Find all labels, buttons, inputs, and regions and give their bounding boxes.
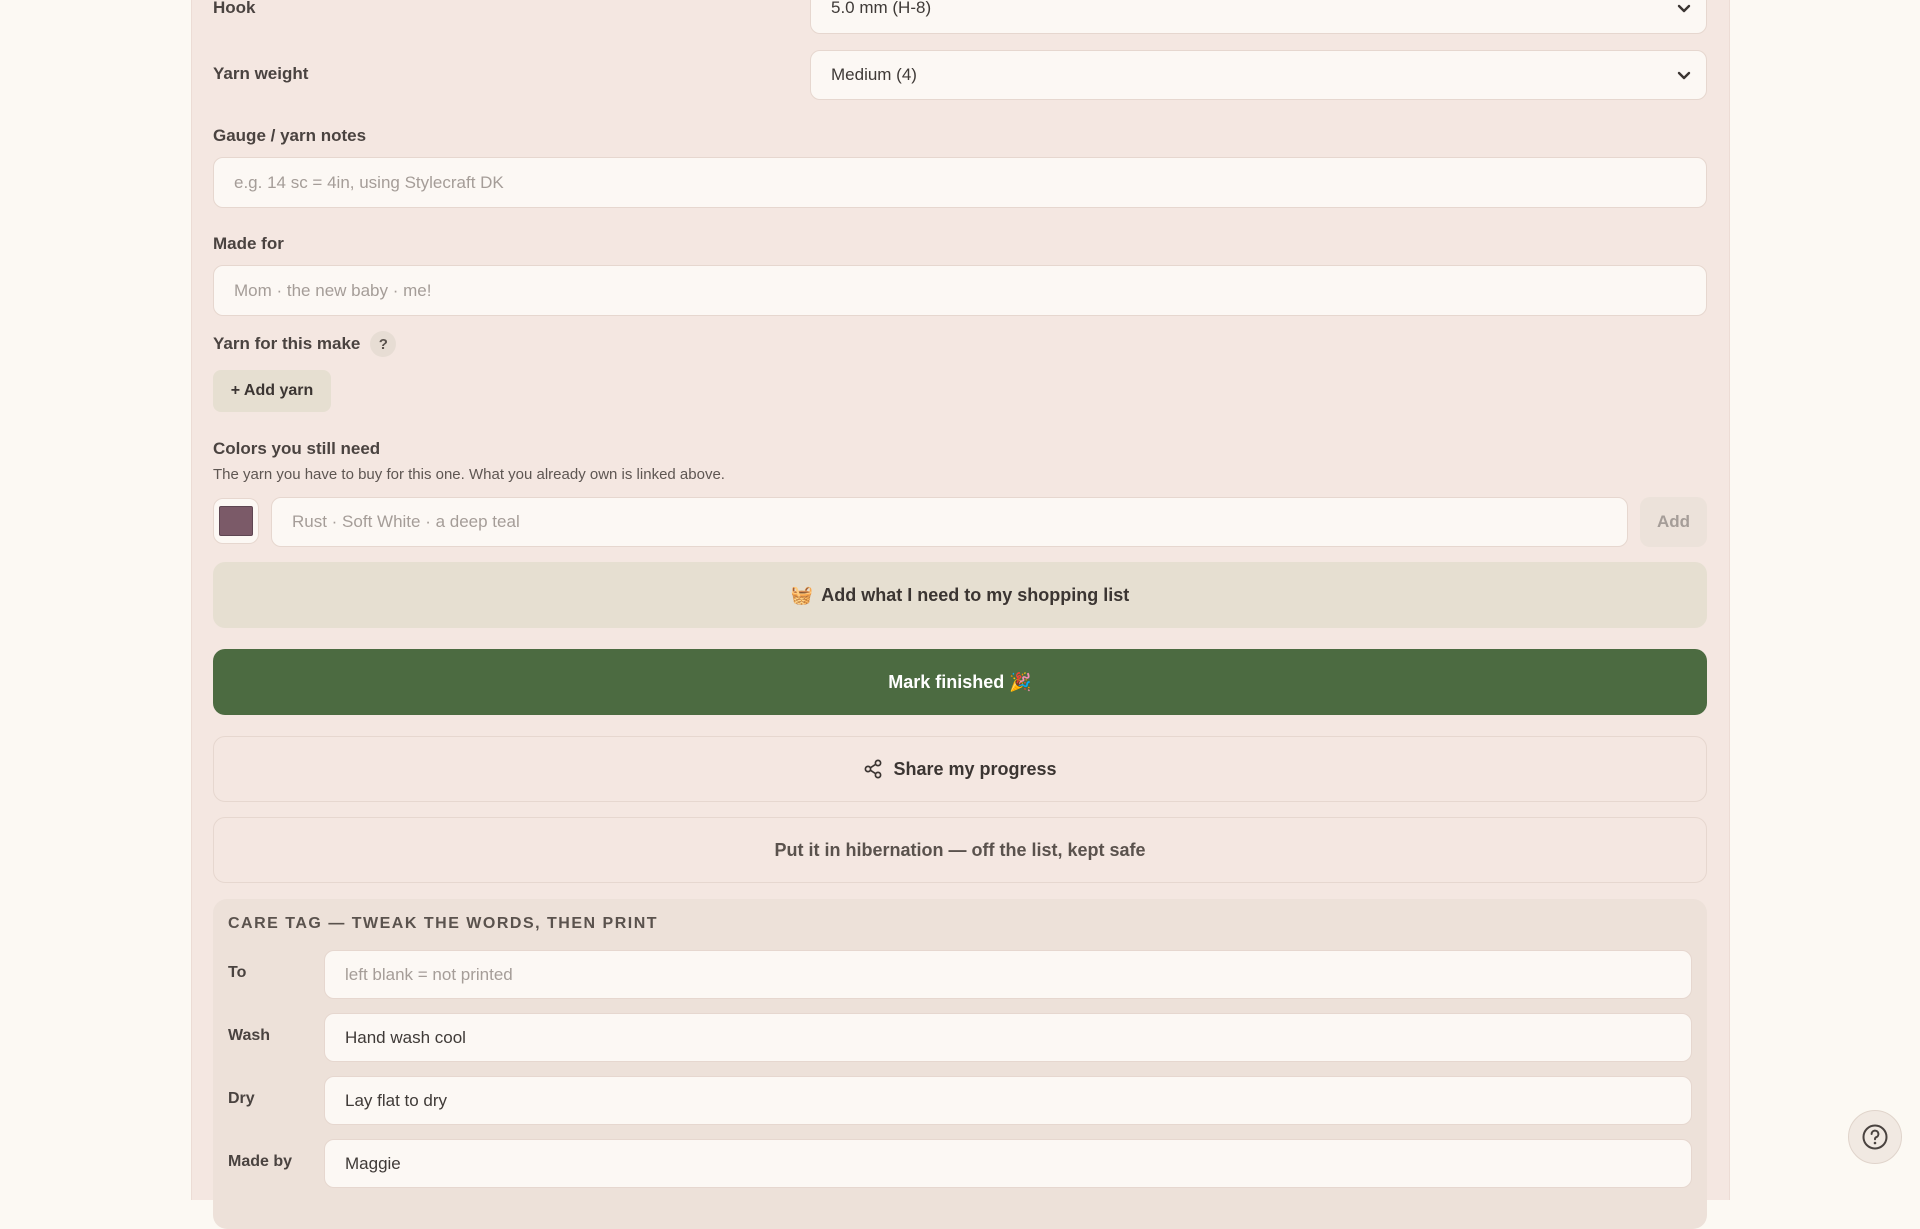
- care-wash-label: Wash: [228, 1027, 271, 1044]
- yarn-section-label: Yarn for this make: [213, 334, 361, 353]
- chevron-down-icon: [1677, 4, 1691, 13]
- gauge-input[interactable]: e.g. 14 sc = 4in, using Stylecraft DK: [213, 157, 1707, 208]
- care-to-placeholder: left blank = not printed: [345, 964, 513, 984]
- add-color-button[interactable]: Add: [1640, 497, 1707, 547]
- yarn-weight-select-value: Medium (4): [831, 65, 917, 84]
- add-to-shopping-list-button[interactable]: 🧺 Add what I need to my shopping list: [213, 562, 1707, 628]
- care-to-input[interactable]: left blank = not printed: [324, 950, 1692, 999]
- color-name-placeholder: Rust · Soft White · a deep teal: [292, 512, 520, 531]
- hook-label: Hook: [213, 0, 256, 17]
- color-name-input[interactable]: Rust · Soft White · a deep teal: [271, 497, 1628, 547]
- mark-finished-button[interactable]: Mark finished 🎉: [213, 649, 1707, 715]
- hibernate-button[interactable]: Put it in hibernation — off the list, ke…: [213, 817, 1707, 883]
- care-wash-input[interactable]: Hand wash cool: [324, 1013, 1692, 1062]
- care-made-by-input[interactable]: Maggie: [324, 1139, 1692, 1188]
- yarn-section-header: Yarn for this make ?: [213, 331, 397, 357]
- help-question-icon[interactable]: ?: [370, 331, 397, 357]
- question-circle-icon: [1862, 1124, 1888, 1150]
- care-tag-title: CARE TAG — TWEAK THE WORDS, THEN PRINT: [228, 915, 659, 932]
- share-icon: [865, 759, 882, 779]
- color-swatch: [219, 506, 253, 536]
- colors-hint: The yarn you have to buy for this one. W…: [213, 466, 725, 483]
- yarn-weight-select[interactable]: Medium (4): [810, 50, 1707, 100]
- care-made-by-label: Made by: [228, 1153, 293, 1170]
- add-yarn-button[interactable]: + Add yarn: [213, 370, 331, 412]
- care-to-label: To: [228, 964, 247, 981]
- care-wash-value: Hand wash cool: [345, 1027, 466, 1047]
- hook-select-value: 5.0 mm (H-8): [831, 0, 932, 17]
- share-progress-button[interactable]: Share my progress: [213, 736, 1707, 802]
- chevron-down-icon: [1677, 71, 1691, 80]
- made-for-label: Made for: [213, 234, 284, 253]
- gauge-label: Gauge / yarn notes: [213, 126, 367, 145]
- care-dry-value: Lay flat to dry: [345, 1090, 448, 1110]
- share-button-label: Share my progress: [893, 758, 1057, 779]
- care-dry-label: Dry: [228, 1090, 255, 1107]
- hook-select[interactable]: 5.0 mm (H-8): [810, 0, 1707, 34]
- care-dry-input[interactable]: Lay flat to dry: [324, 1076, 1692, 1125]
- care-made-by-value: Maggie: [345, 1153, 401, 1173]
- shopping-button-label: Add what I need to my shopping list: [821, 584, 1130, 605]
- made-for-input[interactable]: Mom · the new baby · me!: [213, 265, 1707, 316]
- gauge-placeholder: e.g. 14 sc = 4in, using Stylecraft DK: [234, 172, 504, 192]
- colors-label: Colors you still need: [213, 439, 381, 458]
- yarn-weight-label: Yarn weight: [213, 64, 309, 83]
- basket-icon: 🧺: [790, 584, 814, 605]
- color-swatch-picker[interactable]: [213, 498, 259, 544]
- help-button[interactable]: [1848, 1110, 1902, 1164]
- made-for-placeholder: Mom · the new baby · me!: [234, 280, 432, 300]
